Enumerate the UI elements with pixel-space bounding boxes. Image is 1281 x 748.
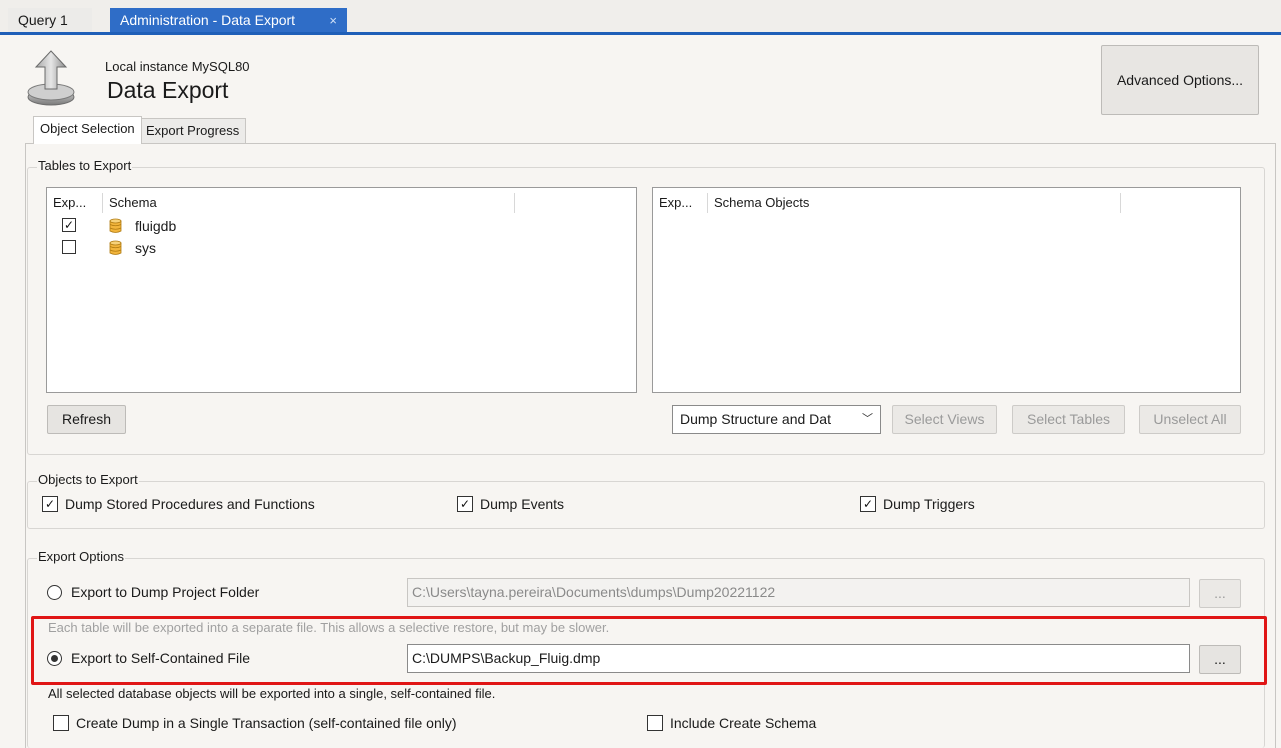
single-transaction-checkbox[interactable]: Create Dump in a Single Transaction (sel…	[53, 715, 457, 731]
objects-to-export-title: Objects to Export	[37, 472, 139, 487]
column-separator	[102, 193, 103, 213]
radio-export-folder[interactable]	[47, 585, 62, 600]
schema-objects-list[interactable]	[652, 187, 1241, 393]
export-options-title: Export Options	[37, 549, 125, 564]
chevron-down-icon: ﹀	[862, 413, 873, 425]
close-icon[interactable]: ×	[329, 8, 337, 33]
checkbox-label: Dump Stored Procedures and Functions	[65, 496, 315, 512]
file-option-hint: All selected database objects will be ex…	[48, 686, 496, 701]
folder-browse-button[interactable]: ...	[1199, 579, 1241, 608]
tab-export-progress[interactable]: Export Progress	[139, 118, 247, 143]
tables-to-export-title: Tables to Export	[37, 158, 133, 173]
checkbox-box[interactable]: ✓	[42, 496, 58, 512]
dump-stored-procedures-checkbox[interactable]: ✓ Dump Stored Procedures and Functions	[42, 496, 315, 512]
dump-type-select[interactable]: Dump Structure and Dat ﹀	[672, 405, 881, 434]
objects-col-export[interactable]: Exp...	[659, 195, 692, 210]
schema-col-export[interactable]: Exp...	[53, 195, 86, 210]
dump-triggers-checkbox[interactable]: ✓ Dump Triggers	[860, 496, 975, 512]
checkbox-label: Dump Triggers	[883, 496, 975, 512]
select-views-button[interactable]: Select Views	[892, 405, 997, 434]
checkbox-label: Create Dump in a Single Transaction (sel…	[76, 715, 457, 731]
include-create-schema-checkbox[interactable]: Include Create Schema	[647, 715, 816, 731]
schema-row-label[interactable]: sys	[135, 240, 156, 256]
database-icon	[109, 240, 122, 255]
checkbox-box[interactable]: ✓	[457, 496, 473, 512]
folder-path-field[interactable]: C:\Users\tayna.pereira\Documents\dumps\D…	[407, 578, 1190, 607]
checkbox-box[interactable]	[53, 715, 69, 731]
refresh-button[interactable]: Refresh	[47, 405, 126, 434]
unselect-all-button[interactable]: Unselect All	[1139, 405, 1241, 434]
schema-row-label[interactable]: fluigdb	[135, 218, 176, 234]
header	[0, 35, 1281, 117]
advanced-options-button[interactable]: Advanced Options...	[1101, 45, 1259, 115]
database-icon	[109, 218, 122, 233]
column-separator	[707, 193, 708, 213]
column-separator	[514, 193, 515, 213]
checkbox-label: Include Create Schema	[670, 715, 817, 731]
tab-administration-data-export[interactable]: Administration - Data Export ×	[110, 8, 347, 33]
objects-col-schema-objects[interactable]: Schema Objects	[714, 195, 809, 210]
tab-query-1-label: Query 1	[18, 12, 68, 28]
tab-admin-label: Administration - Data Export	[120, 12, 296, 28]
export-folder-label[interactable]: Export to Dump Project Folder	[71, 584, 259, 600]
schema-col-schema[interactable]: Schema	[109, 195, 157, 210]
schema-checkbox-fluigdb[interactable]: ✓	[62, 218, 76, 232]
dump-type-value: Dump Structure and Dat	[680, 411, 831, 427]
schema-checkbox-sys[interactable]	[62, 240, 76, 254]
tab-query-1[interactable]: Query 1	[8, 8, 92, 33]
checkbox-box[interactable]: ✓	[860, 496, 876, 512]
checkbox-label: Dump Events	[480, 496, 565, 512]
select-tables-button[interactable]: Select Tables	[1012, 405, 1125, 434]
column-separator	[1120, 193, 1121, 213]
dump-events-checkbox[interactable]: ✓ Dump Events	[457, 496, 564, 512]
page-title: Data Export	[107, 77, 229, 103]
tab-object-selection[interactable]: Object Selection	[33, 116, 142, 144]
export-arrow-icon	[27, 50, 75, 106]
highlight-annotation-box	[31, 616, 1267, 685]
instance-label: Local instance MySQL80	[105, 59, 250, 74]
checkbox-box[interactable]	[647, 715, 663, 731]
